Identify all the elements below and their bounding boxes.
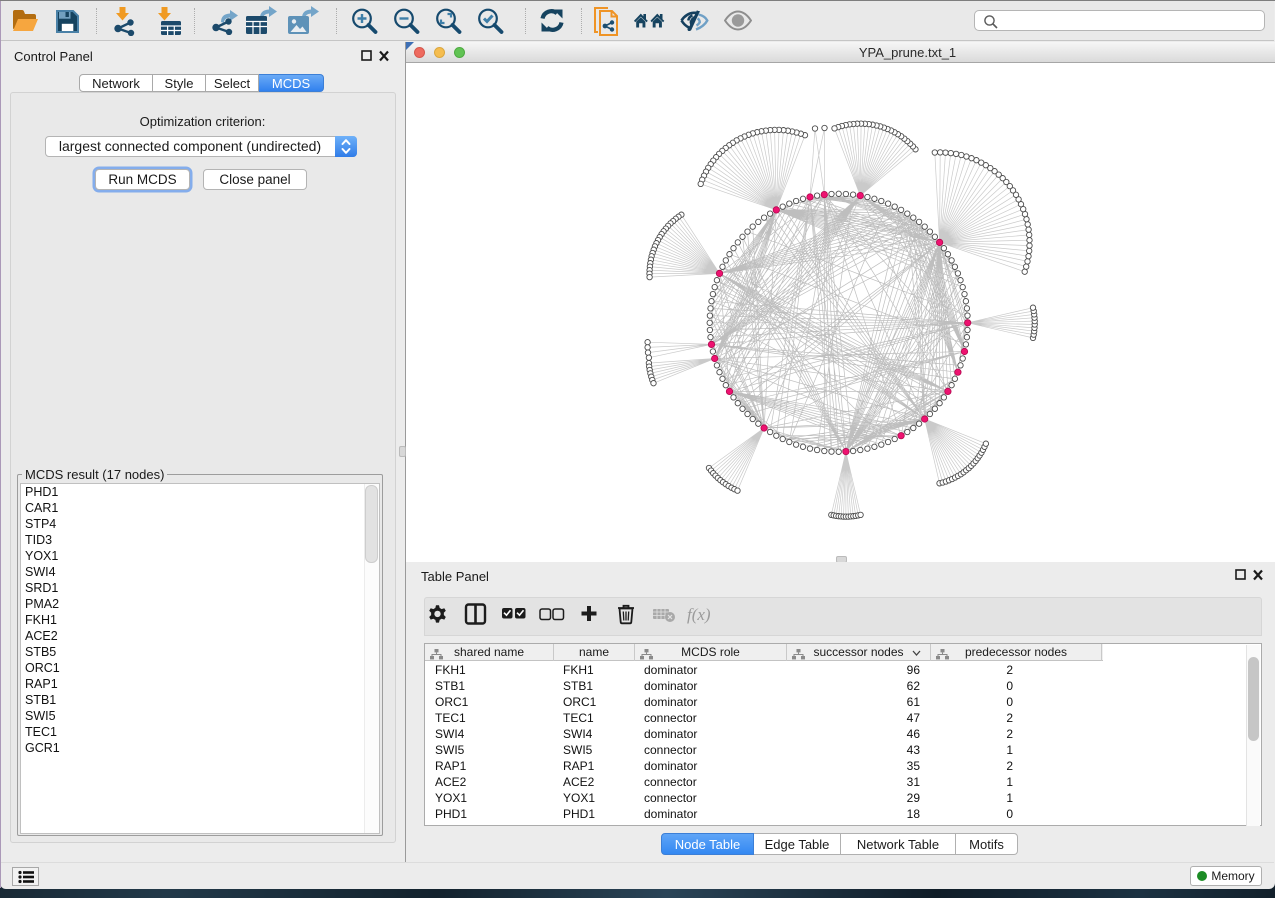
svg-text:f(x): f(x) (687, 605, 711, 624)
